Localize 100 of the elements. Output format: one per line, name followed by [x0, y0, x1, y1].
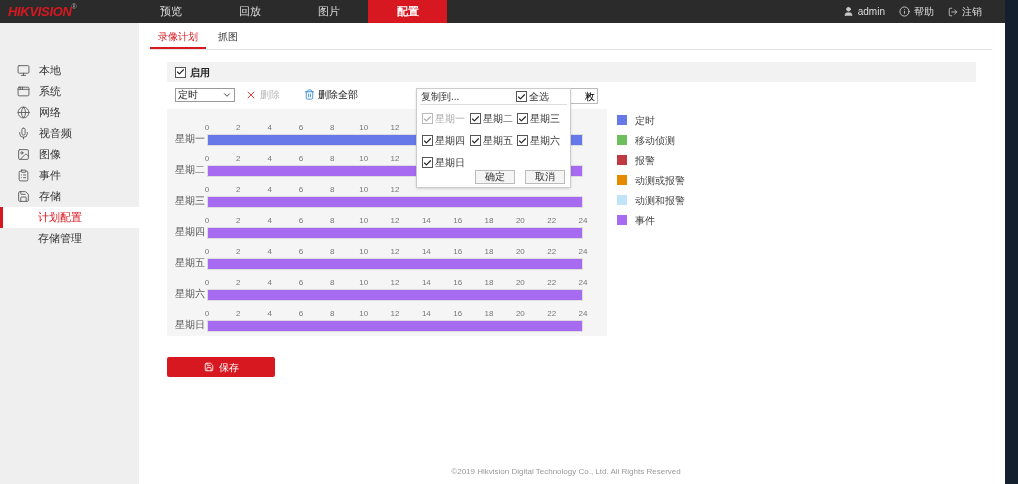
delete-all-button[interactable]: 删除全部 — [304, 87, 358, 102]
hour-tick-label: 20 — [515, 246, 525, 258]
select-all-label: 全选 — [529, 90, 549, 104]
sidebar-item[interactable]: 网络 — [0, 102, 139, 123]
image-icon — [17, 148, 30, 161]
nav-tab[interactable]: 图片 — [289, 0, 368, 23]
hour-tick-label: 4 — [267, 153, 272, 165]
help-link[interactable]: 帮助 — [899, 4, 934, 19]
logout-icon — [948, 6, 958, 17]
type-select[interactable]: 定时 — [175, 87, 235, 102]
nav-tab[interactable]: 预览 — [131, 0, 210, 23]
save-button[interactable]: 保存 — [167, 357, 275, 377]
sidebar-item[interactable]: 图像 — [0, 144, 139, 165]
sidebar-item[interactable]: 视音频 — [0, 123, 139, 144]
hour-tick-label: 10 — [359, 246, 369, 258]
hour-tick-label: 0 — [204, 308, 210, 320]
hour-tick-label: 16 — [453, 277, 463, 289]
sidebar-subitem[interactable]: 存储管理 — [0, 228, 139, 249]
hour-tick-label: 14 — [421, 277, 431, 289]
hour-tick-label: 2 — [236, 215, 241, 227]
tab[interactable]: 抓图 — [210, 29, 246, 49]
hour-tick-label: 8 — [330, 277, 335, 289]
legend-label: 动测或报警 — [635, 173, 685, 188]
hour-tick-label: 8 — [330, 308, 335, 320]
info-icon — [899, 6, 910, 17]
hour-tick-label: 22 — [547, 308, 557, 320]
hour-tick-label: 14 — [421, 246, 431, 258]
day-option-label: 星期五 — [482, 134, 513, 148]
microphone-icon — [17, 127, 30, 140]
hour-tick-label: 22 — [547, 215, 557, 227]
hour-tick-label: 18 — [484, 277, 494, 289]
hour-tick-label: 2 — [236, 277, 241, 289]
sidebar-subitem[interactable]: 计划配置 — [0, 207, 139, 228]
day-label: 星期一 — [175, 133, 206, 146]
hour-tick-label: 6 — [298, 215, 304, 227]
hour-tick-label: 8 — [330, 215, 335, 227]
hour-tick-label: 12 — [390, 308, 400, 320]
hour-tick-label: 0 — [204, 277, 210, 288]
nav-tab[interactable]: 配置 — [368, 0, 447, 23]
hour-tick-label: 8 — [330, 122, 335, 134]
hour-tick-label: 4 — [267, 246, 272, 258]
hour-tick-label: 16 — [453, 215, 463, 227]
day-option-label: 星期二 — [482, 112, 513, 126]
hour-tick-label: 6 — [298, 246, 304, 258]
checkbox[interactable] — [175, 66, 186, 78]
popup-title: 复制到... — [421, 90, 461, 104]
checkbox[interactable] — [469, 135, 481, 146]
sidebar-item[interactable]: 本地 — [0, 60, 139, 81]
checkbox[interactable] — [517, 135, 529, 146]
hour-tick-label: 24 — [578, 246, 588, 258]
nav-tab[interactable]: 回放 — [210, 0, 289, 23]
legend-label: 移动侦测 — [635, 133, 675, 148]
hour-tick-label: 0 — [204, 184, 210, 196]
legend-label: 报警 — [635, 153, 655, 168]
monitor-icon — [17, 64, 30, 77]
popup-button[interactable]: 取消 — [525, 170, 565, 184]
logo: HIKVISION — [8, 2, 72, 21]
hour-tick-label: 2 — [236, 308, 241, 320]
hour-tick-label: 10 — [359, 122, 369, 134]
hour-tick-label: 24 — [578, 277, 588, 289]
username: admin — [857, 5, 885, 19]
hour-tick-label: 6 — [298, 153, 304, 165]
hour-tick-label: 16 — [453, 246, 463, 258]
hour-tick-label: 18 — [484, 215, 494, 227]
day-label: 星期四 — [175, 226, 206, 239]
day-label: 星期三 — [175, 195, 206, 208]
user-icon — [842, 6, 854, 17]
hour-tick-label: 0 — [204, 122, 210, 134]
checkbox[interactable] — [516, 91, 527, 102]
hour-tick-label: 2 — [236, 184, 241, 196]
legend-label: 事件 — [635, 213, 655, 228]
hour-tick-label: 8 — [330, 153, 335, 165]
hour-tick-label: 2 — [236, 246, 241, 258]
hour-tick-label: 4 — [267, 277, 272, 289]
globe-icon — [17, 106, 30, 119]
hour-tick-label: 10 — [359, 277, 369, 289]
hour-tick-label: 4 — [267, 215, 272, 227]
hour-tick-label: 24 — [578, 215, 588, 227]
hour-tick-label: 8 — [330, 184, 335, 196]
hour-tick-label: 10 — [359, 308, 369, 320]
hour-tick-label: 12 — [390, 122, 400, 134]
checkbox[interactable] — [517, 113, 529, 124]
checkbox[interactable] — [422, 135, 433, 146]
checkbox[interactable] — [422, 157, 433, 168]
day-option-label: 星期三 — [530, 112, 561, 126]
popup-button[interactable]: 确定 — [475, 170, 515, 184]
sidebar-item[interactable]: 事件 — [0, 165, 139, 186]
checkbox[interactable] — [469, 113, 481, 124]
sidebar-item[interactable]: 存储 — [0, 186, 139, 207]
day-option-label: 星期六 — [530, 134, 561, 148]
hour-tick-label: 10 — [359, 215, 369, 227]
hour-tick-label: 12 — [390, 246, 400, 258]
tab[interactable]: 录像计划 — [150, 29, 206, 49]
hour-tick-label: 14 — [421, 215, 431, 227]
legend-label: 动测和报警 — [635, 193, 685, 208]
sidebar-item[interactable]: 系统 — [0, 81, 139, 102]
hour-tick-label: 20 — [515, 215, 525, 227]
hour-tick-label: 4 — [267, 308, 272, 320]
logout-link[interactable]: 注销 — [948, 4, 982, 19]
hour-tick-label: 10 — [359, 153, 369, 165]
